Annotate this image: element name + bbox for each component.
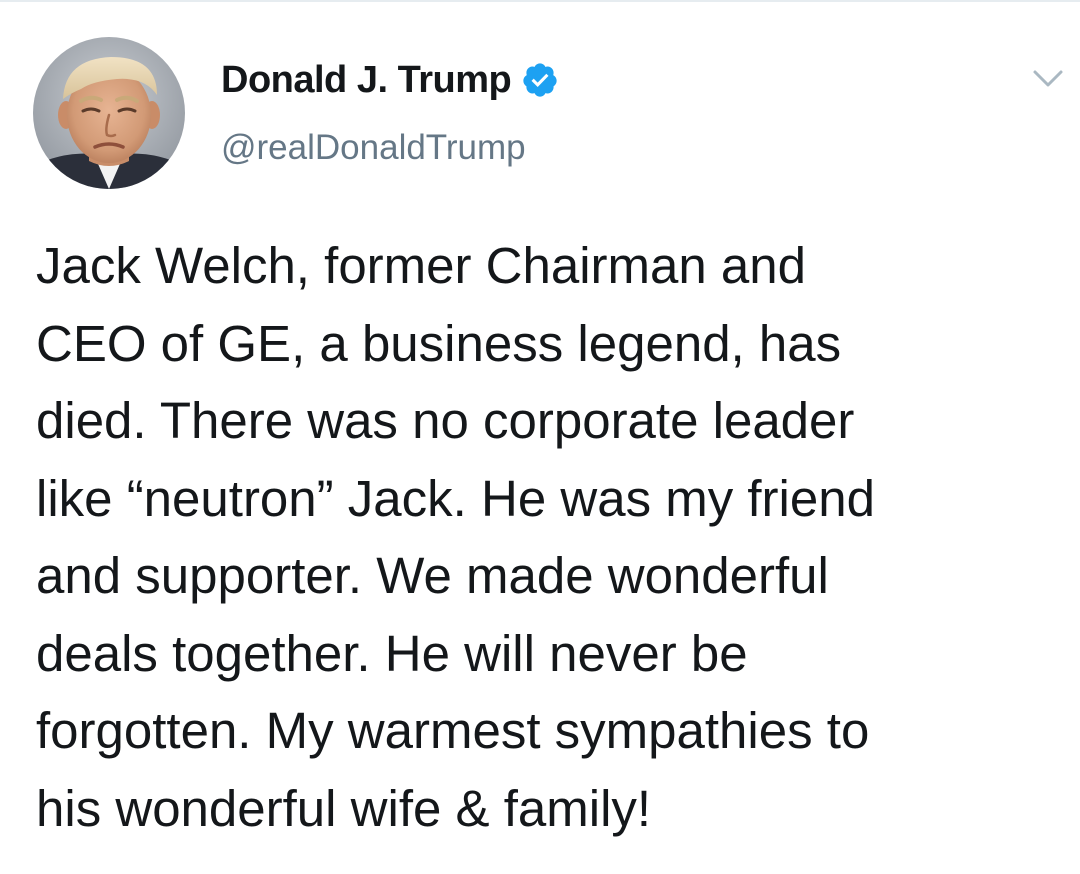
tweet-text-line: died. There was no corporate leader bbox=[36, 392, 855, 449]
tweet-text: Jack Welch, former Chairman and CEO of G… bbox=[36, 227, 1066, 847]
chevron-down-icon[interactable] bbox=[1031, 64, 1065, 92]
tweet-text-line: his wonderful wife & family! bbox=[36, 779, 652, 837]
tweet-text-line: deals together. He will never be bbox=[36, 624, 748, 682]
tweet-card: Donald J. Trump @realDonaldTrump Jack We… bbox=[0, 0, 1080, 874]
avatar-image bbox=[33, 37, 185, 189]
author-row: Donald J. Trump bbox=[221, 55, 559, 105]
verified-badge-icon bbox=[521, 61, 559, 99]
tweet-text-line: forgotten. My warmest sympathies to bbox=[36, 702, 870, 759]
author-name[interactable]: Donald J. Trump bbox=[221, 59, 512, 102]
tweet-text-line: like “neutron” Jack. He was my friend bbox=[36, 469, 875, 527]
tweet-text-line: CEO of GE, a business legend, has bbox=[36, 314, 842, 372]
tweet-text-line: Jack Welch, former Chairman and bbox=[36, 237, 807, 294]
divider bbox=[0, 0, 1080, 2]
author-handle[interactable]: @realDonaldTrump bbox=[221, 128, 526, 168]
tweet-text-line: and supporter. We made wonderful bbox=[36, 547, 829, 604]
avatar[interactable] bbox=[33, 37, 185, 189]
